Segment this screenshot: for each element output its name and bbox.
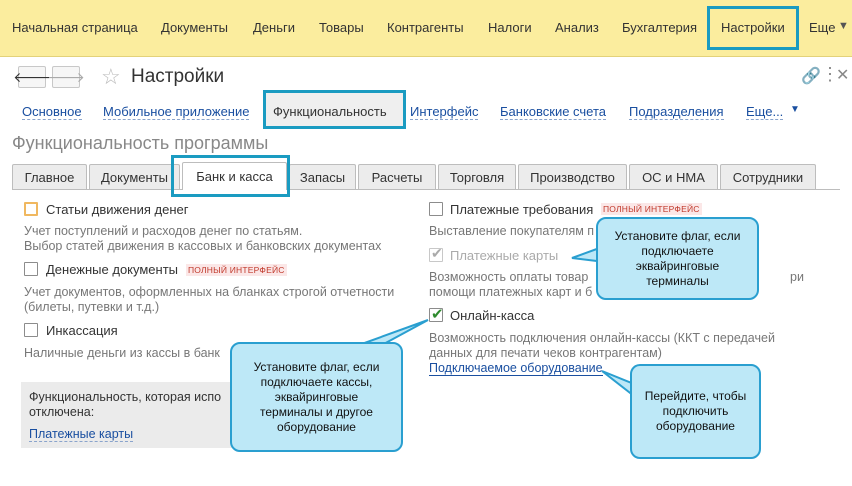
- menu-goods[interactable]: Товары: [319, 20, 364, 35]
- callout-cash-registers: Установите флаг, если подключаете кассы,…: [230, 342, 403, 452]
- section-main[interactable]: Основное: [22, 104, 82, 120]
- desc-cashflow-items-1: Учет поступлений и расходов денег по ста…: [24, 224, 303, 238]
- menu-analysis[interactable]: Анализ: [555, 20, 599, 35]
- label-payment-requests: Платежные требования: [450, 202, 594, 217]
- label-collection: Инкассация: [46, 323, 118, 338]
- page-title: Функциональность программы: [12, 133, 269, 153]
- callout-terminals: Установите флаг, если подключаете эквайр…: [596, 217, 759, 300]
- callout-equipment: Перейдите, чтобы подключить оборудование: [630, 364, 761, 459]
- tab-production[interactable]: Производство: [518, 164, 627, 189]
- disabled-functionality-text-1: Функциональность, которая испо: [29, 390, 222, 404]
- desc-payment-requests: Выставление покупателям п: [429, 224, 595, 238]
- section-functionality[interactable]: Функциональность: [273, 104, 387, 119]
- callout-equipment-line-1: Перейдите, чтобы: [644, 389, 747, 403]
- highlight-bank-cash-frame: [171, 155, 290, 197]
- menu-counterparties[interactable]: Контрагенты: [387, 20, 464, 35]
- callout-cash-registers-line-3: эквайринговые: [274, 389, 359, 404]
- callout-equipment-line-2: подключить: [662, 404, 729, 418]
- checkbox-collection[interactable]: [24, 323, 38, 337]
- label-cash-documents: Денежные документы: [46, 262, 179, 277]
- menu-documents[interactable]: Документы: [161, 20, 228, 35]
- section-interface[interactable]: Интерфейс: [410, 104, 479, 120]
- tab-employees[interactable]: Сотрудники: [720, 164, 816, 189]
- callout-terminals-line-3: эквайринговые: [635, 258, 720, 273]
- section-bank-accounts[interactable]: Банковские счета: [500, 104, 607, 120]
- desc-payment-cards-2: помощи платежных карт и б: [429, 285, 593, 299]
- chevron-down-icon[interactable]: ▼: [790, 104, 800, 115]
- checkbox-online-cash[interactable]: ✔: [429, 306, 444, 323]
- tab-settlements[interactable]: Расчеты: [358, 164, 436, 189]
- full-interface-badge: ПОЛНЫЙ ИНТЕРФЕЙС: [186, 264, 287, 276]
- callout-cash-registers-line-1: Установите флаг, если: [253, 359, 380, 374]
- check-icon: ✔: [431, 306, 444, 323]
- disabled-functionality-text-2: отключена:: [29, 405, 95, 419]
- menu-taxes[interactable]: Налоги: [488, 20, 532, 35]
- label-cashflow-items: Статьи движения денег: [46, 202, 189, 217]
- disabled-functionality-panel: Функциональность, которая испо отключена…: [21, 382, 241, 448]
- menu-more[interactable]: Еще: [809, 20, 835, 35]
- tab-fixed-assets[interactable]: ОС и НМА: [629, 164, 718, 189]
- check-icon: ✔: [431, 245, 443, 261]
- menu-home[interactable]: Начальная страница: [12, 20, 138, 35]
- menu-money[interactable]: Деньги: [253, 20, 295, 35]
- top-menu-bar: Начальная страница Документы Деньги Това…: [0, 0, 852, 57]
- section-more[interactable]: Еще...: [746, 104, 784, 120]
- favorite-star-icon[interactable]: ☆: [101, 64, 121, 90]
- label-online-cash: Онлайн-касса: [450, 308, 535, 323]
- back-button[interactable]: 🡐: [13, 66, 51, 88]
- callout-terminals-line-4: терминалы: [646, 273, 709, 288]
- section-departments[interactable]: Подразделения: [629, 104, 724, 120]
- tab-row-divider: [12, 189, 840, 190]
- arrow-left-icon: 🡐: [13, 68, 51, 85]
- forward-button[interactable]: 🡒: [47, 66, 85, 88]
- section-mobile-app[interactable]: Мобильное приложение: [103, 104, 250, 120]
- desc-online-cash-2: данных для печати чеков контрагентам): [429, 346, 662, 360]
- arrow-right-icon: 🡒: [47, 68, 85, 85]
- desc-collection: Наличные деньги из кассы в банк: [24, 346, 220, 360]
- full-interface-badge: ПОЛНЫЙ ИНТЕРФЕЙС: [601, 203, 702, 215]
- checkbox-cashflow-items[interactable]: [24, 202, 38, 216]
- connected-equipment-link[interactable]: Подключаемое оборудование: [429, 361, 603, 376]
- callout-cash-registers-line-5: оборудование: [277, 419, 356, 434]
- callout-terminals-line-1: Установите флаг, если: [614, 228, 741, 243]
- chevron-down-icon[interactable]: ▼: [838, 20, 849, 32]
- desc-cash-documents-1: Учет документов, оформленных на бланках …: [24, 285, 395, 299]
- payment-cards-link[interactable]: Платежные карты: [29, 427, 134, 442]
- checkbox-cash-documents[interactable]: [24, 262, 38, 276]
- desc-cash-documents-2: (билеты, путевки и т.д.): [24, 300, 160, 314]
- desc-cashflow-items-2: Выбор статей движения в кассовых и банко…: [24, 239, 382, 253]
- callout-cash-registers-line-2: подключаете кассы,: [260, 374, 373, 389]
- menu-accounting[interactable]: Бухгалтерия: [622, 20, 697, 35]
- label-payment-cards: Платежные карты: [450, 248, 559, 263]
- checkbox-payment-cards[interactable]: ✔: [429, 245, 443, 262]
- window-title: Настройки: [131, 66, 225, 87]
- tab-main[interactable]: Главное: [12, 164, 87, 189]
- desc-online-cash-1: Возможность подключения онлайн-кассы (КК…: [429, 331, 775, 345]
- callout-terminals-line-2: подключаете: [641, 243, 714, 258]
- link-icon[interactable]: 🔗: [801, 66, 821, 86]
- highlight-settings-frame: [707, 6, 799, 50]
- tab-trade[interactable]: Торговля: [438, 164, 516, 189]
- close-icon[interactable]: ✕: [836, 65, 849, 85]
- checkbox-payment-requests[interactable]: [429, 202, 443, 216]
- tab-documents[interactable]: Документы: [89, 164, 180, 189]
- callout-cash-registers-line-4: терминалы и другое: [260, 404, 373, 419]
- callout-equipment-line-3: оборудование: [656, 419, 735, 433]
- tab-inventory[interactable]: Запасы: [289, 164, 356, 189]
- desc-payment-cards-1: Возможность оплаты товар: [429, 270, 589, 284]
- desc-payment-cards-1-tail: ри: [790, 270, 804, 284]
